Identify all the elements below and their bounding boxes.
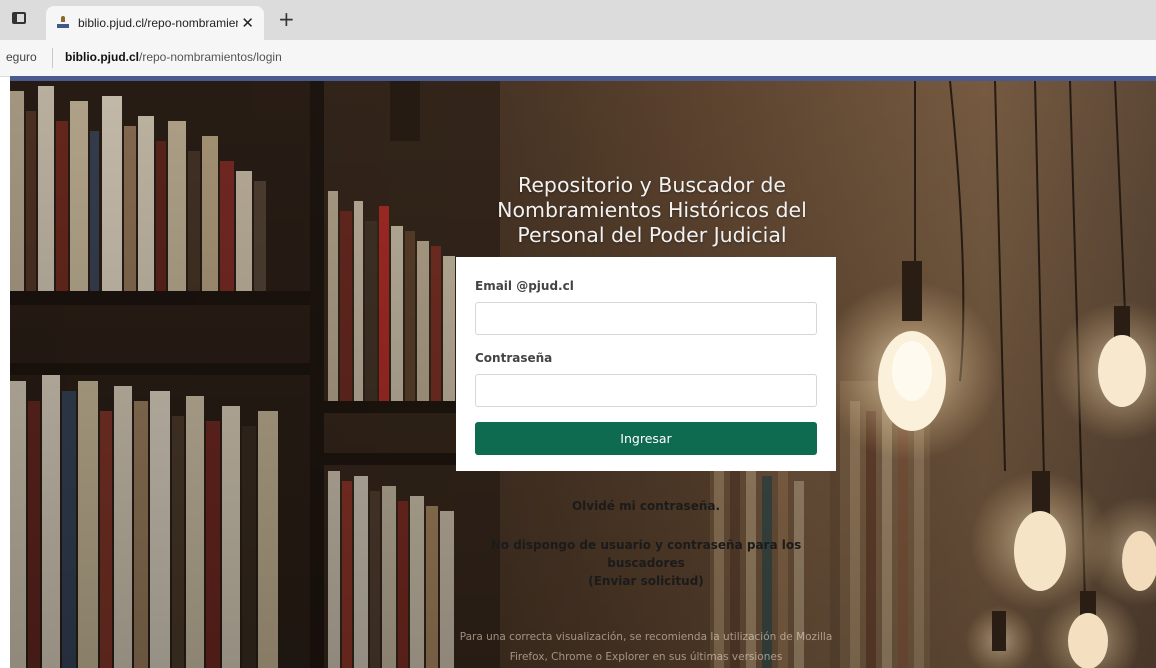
browser-tab-bar: biblio.pjud.cl/repo-nombramientos/login … [0, 0, 1156, 40]
security-label[interactable]: eguro [6, 50, 37, 64]
page-title: Repositorio y Buscador de Nombramientos … [497, 172, 807, 247]
password-input[interactable] [475, 374, 817, 407]
pjud-favicon-icon [56, 16, 70, 30]
url-host: biblio.pjud.cl [65, 50, 139, 64]
email-label: Email @pjud.cl [475, 279, 574, 293]
email-input[interactable] [475, 302, 817, 335]
no-account-text: No dispongo de usuario y contraseña para… [490, 538, 802, 570]
login-page: Repositorio y Buscador de Nombramientos … [10, 81, 1156, 668]
tab-actions-icon[interactable] [12, 12, 26, 24]
close-tab-icon[interactable]: ✕ [241, 14, 254, 32]
browser-tab[interactable]: biblio.pjud.cl/repo-nombramientos/login … [46, 6, 264, 40]
url-text[interactable]: biblio.pjud.cl/repo-nombramientos/login [65, 50, 282, 64]
login-form: Email @pjud.cl Contraseña Ingresar [456, 257, 836, 471]
url-path: /repo-nombramientos/login [139, 50, 282, 64]
address-bar[interactable]: eguro biblio.pjud.cl/repo-nombramientos/… [0, 40, 1156, 77]
send-request-link[interactable]: (Enviar solicitud) [450, 572, 842, 590]
address-separator [52, 48, 53, 68]
no-account-block: No dispongo de usuario y contraseña para… [450, 536, 842, 590]
forgot-password-link[interactable]: Olvidé mi contraseña. [456, 499, 836, 513]
password-label: Contraseña [475, 351, 553, 365]
tab-title: biblio.pjud.cl/repo-nombramientos/login [78, 16, 238, 30]
new-tab-button[interactable]: + [278, 7, 295, 31]
browser-recommendation-note: Para una correcta visualización, se reco… [459, 631, 833, 663]
login-button[interactable]: Ingresar [475, 422, 817, 455]
